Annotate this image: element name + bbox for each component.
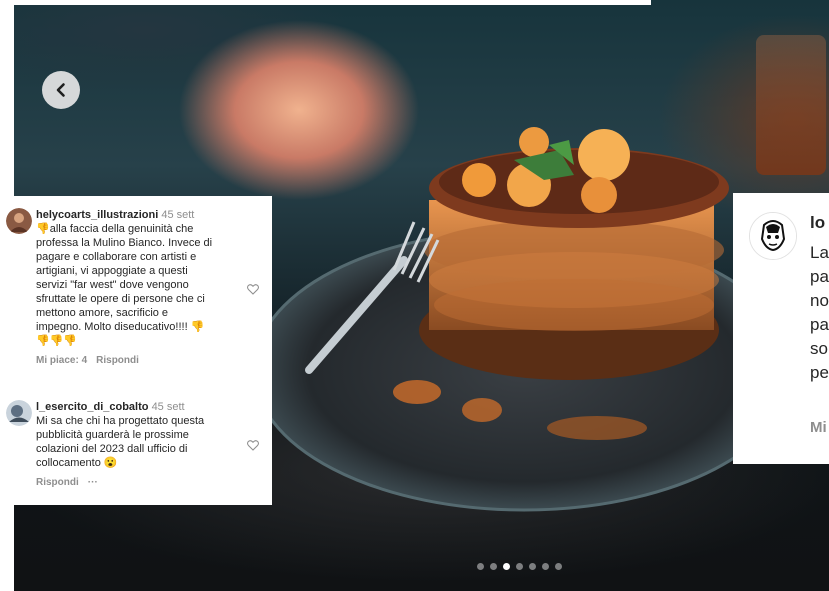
comment-line: artigiani, vi appoggiate a questi xyxy=(36,265,188,277)
comment-username[interactable]: helycoarts_illustrazioni xyxy=(36,209,158,221)
comment-line: so xyxy=(810,339,828,358)
carousel-dot-active[interactable] xyxy=(503,563,510,570)
heart-outline-icon[interactable] xyxy=(246,438,260,452)
comment-line: pagare e collaborare con artisti e xyxy=(36,251,197,263)
comment-line: mettono amore, sacrificio e xyxy=(36,307,169,319)
comments-panel: helycoarts_illustrazioni 45 sett 👎alla f… xyxy=(0,196,272,505)
comment-line: collocamento 😮 xyxy=(36,457,118,469)
comment-line: colazioni del 2023 dall ufficio di xyxy=(36,443,188,455)
likes-count-link[interactable]: Mi piace: 4 xyxy=(36,354,87,368)
comment-panel-right: lo La pa no pa so pe Mi xyxy=(733,193,829,464)
carousel-dots xyxy=(477,563,562,570)
comment-line: La xyxy=(810,243,829,262)
comment-line: professa la Mulino Bianco. Invece di xyxy=(36,237,213,249)
comment-line: Mi sa che chi ha progettato questa xyxy=(36,415,205,427)
comment-text: 👎alla faccia della genuinità che profess… xyxy=(36,222,242,348)
user-avatar[interactable] xyxy=(6,208,32,234)
carousel-dot[interactable] xyxy=(516,563,523,570)
user-avatar[interactable] xyxy=(6,400,32,426)
comment-time[interactable]: 45 sett xyxy=(152,401,185,413)
comment-body: l_esercito_di_cobalto 45 sett Mi sa che … xyxy=(36,400,242,490)
comment-username[interactable]: l_esercito_di_cobalto xyxy=(36,401,149,413)
reply-button[interactable]: Rispondi xyxy=(96,354,139,368)
comment-text: La pa no pa so pe xyxy=(810,241,829,385)
previous-slide-button[interactable] xyxy=(42,71,80,109)
comment-body: helycoarts_illustrazioni 45 sett 👎alla f… xyxy=(36,208,242,368)
comment-meta: Mi piace: 4 Rispondi xyxy=(36,354,242,368)
carousel-dot[interactable] xyxy=(529,563,536,570)
carousel-dot[interactable] xyxy=(490,563,497,570)
comment-line: 👎👎👎 xyxy=(36,335,78,347)
comment-username[interactable]: lo xyxy=(810,213,825,233)
heart-outline-icon[interactable] xyxy=(246,282,260,296)
carousel-dot[interactable] xyxy=(555,563,562,570)
comment-line: pubblicità guarderà le prossime xyxy=(36,429,189,441)
comment-line: pa xyxy=(810,267,829,286)
carousel-dot[interactable] xyxy=(477,563,484,570)
user-avatar[interactable] xyxy=(749,212,797,260)
comment-line: pa xyxy=(810,315,829,334)
comment-meta: Rispondi ··· xyxy=(36,476,242,490)
reply-button[interactable]: Rispondi xyxy=(36,476,79,490)
chevron-left-icon xyxy=(56,83,65,97)
comment-line: 👎alla faccia della genuinità che xyxy=(36,223,194,235)
comment-line: no xyxy=(810,291,829,310)
more-options-button[interactable]: ··· xyxy=(88,476,98,490)
comment-line: pe xyxy=(810,363,829,382)
comment-time[interactable]: 45 sett xyxy=(161,209,194,221)
comment-text: Mi sa che chi ha progettato questa pubbl… xyxy=(36,414,242,470)
comment-meta[interactable]: Mi xyxy=(810,419,827,436)
comment-line: impegno. Molto diseducativo!!!! 👎 xyxy=(36,321,205,333)
carousel-dot[interactable] xyxy=(542,563,549,570)
comment-line: sfruttate le opere di persone che ci xyxy=(36,293,205,305)
comment-line: servizi "far west" dove vengono xyxy=(36,279,189,291)
